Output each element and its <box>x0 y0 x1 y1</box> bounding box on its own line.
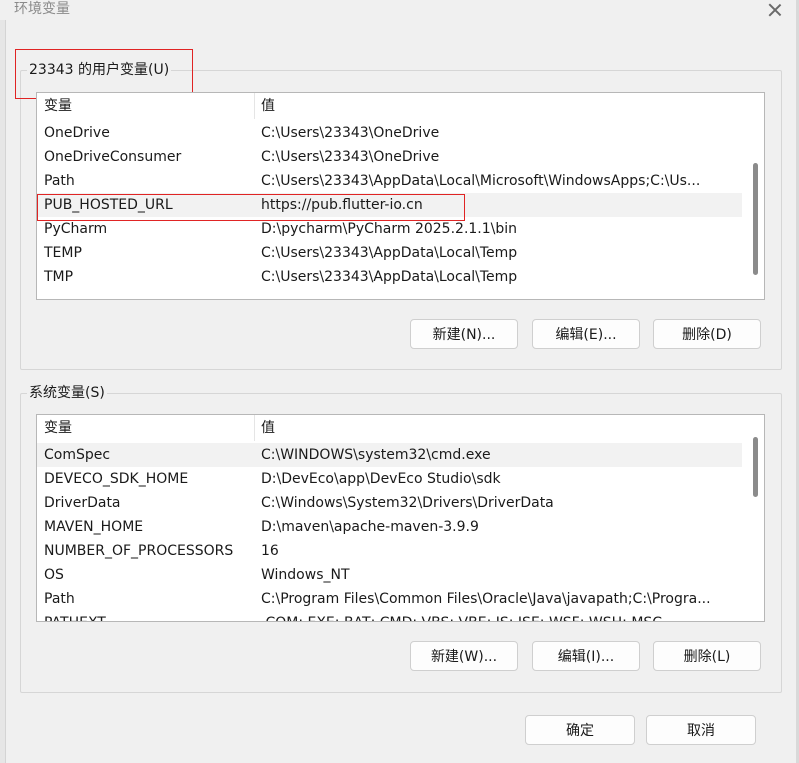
window-title: 环境变量 <box>14 1 70 17</box>
highlight-box-pub-hosted-url <box>37 194 465 221</box>
cancel-button[interactable]: 取消 <box>646 715 756 745</box>
variable-name: Path <box>44 591 75 607</box>
list-item[interactable]: OneDriveConsumer C:\Users\23343\OneDrive <box>37 145 742 169</box>
list-item[interactable]: Path C:\Users\23343\AppData\Local\Microso… <box>37 169 742 193</box>
background-window-edge <box>0 20 6 763</box>
column-divider[interactable] <box>254 93 255 119</box>
variable-value: C:\WINDOWS\system32\cmd.exe <box>261 447 491 463</box>
variable-value: .COM;.EXE;.BAT;.CMD;.VBS;.VBE;.JS;.JSE;.… <box>261 614 662 621</box>
close-icon[interactable] <box>766 1 784 19</box>
column-header-value[interactable]: 值 <box>261 419 275 437</box>
variable-value: 16 <box>261 543 279 559</box>
ok-button[interactable]: 确定 <box>525 715 635 745</box>
variable-value: C:\Users\23343\OneDrive <box>261 125 440 141</box>
list-item[interactable]: PATHEXT .COM;.EXE;.BAT;.CMD;.VBS;.VBE;.JS… <box>37 611 742 621</box>
list-item[interactable]: MAVEN_HOME D:\maven\apache-maven-3.9.9 <box>37 515 742 539</box>
variable-name: DEVECO_SDK_HOME <box>44 471 189 487</box>
variable-name: PATHEXT <box>44 614 106 621</box>
list-header: 变量 值 <box>37 415 742 441</box>
column-header-name[interactable]: 变量 <box>44 97 72 115</box>
scrollbar-thumb[interactable] <box>753 437 758 497</box>
list-item[interactable]: OneDrive C:\Users\23343\OneDrive <box>37 121 742 145</box>
user-edit-button[interactable]: 编辑(E)... <box>532 319 640 349</box>
list-item[interactable]: TEMP C:\Users\23343\AppData\Local\Temp <box>37 241 742 265</box>
system-edit-button[interactable]: 编辑(I)... <box>532 641 640 671</box>
list-item[interactable]: NUMBER_OF_PROCESSORS 16 <box>37 539 742 563</box>
user-delete-button[interactable]: 删除(D) <box>653 319 761 349</box>
environment-variables-dialog: 环境变量 23343 的用户变量(U) 变量 值 OneDrive C:\User… <box>0 0 799 763</box>
scrollbar-thumb[interactable] <box>753 163 758 275</box>
variable-value: C:\Users\23343\AppData\Local\Microsoft\W… <box>261 173 701 189</box>
user-new-button[interactable]: 新建(N)... <box>410 319 518 349</box>
variable-value: C:\Program Files\Common Files\Oracle\Jav… <box>261 591 711 607</box>
variable-name: DriverData <box>44 495 121 511</box>
system-variables-label: 系统变量(S) <box>27 384 107 402</box>
variable-value: D:\pycharm\PyCharm 2025.2.1.1\bin <box>261 221 518 237</box>
variable-name: MAVEN_HOME <box>44 519 144 535</box>
variable-value: D:\DevEco\app\DevEco Studio\sdk <box>261 471 501 487</box>
list-item[interactable]: OS Windows_NT <box>37 563 742 587</box>
column-header-value[interactable]: 值 <box>261 97 275 115</box>
variable-value: C:\Windows\System32\Drivers\DriverData <box>261 495 554 511</box>
variable-value: D:\maven\apache-maven-3.9.9 <box>261 519 479 535</box>
variable-value: C:\Users\23343\OneDrive <box>261 149 440 165</box>
variable-name: ComSpec <box>44 447 111 463</box>
variable-name: OneDrive <box>44 125 110 141</box>
list-item[interactable]: Path C:\Program Files\Common Files\Oracle… <box>37 587 742 611</box>
variable-name: OS <box>44 567 64 583</box>
system-variables-list[interactable]: 变量 值 ComSpec C:\WINDOWS\system32\cmd.exe … <box>36 414 765 622</box>
variable-value: C:\Users\23343\AppData\Local\Temp <box>261 245 518 261</box>
list-item[interactable]: DEVECO_SDK_HOME D:\DevEco\app\DevEco Stud… <box>37 467 742 491</box>
column-header-name[interactable]: 变量 <box>44 419 72 437</box>
variable-value: C:\Users\23343\AppData\Local\Temp <box>261 269 518 285</box>
system-delete-button[interactable]: 删除(L) <box>653 641 761 671</box>
variable-value: Windows_NT <box>261 567 350 583</box>
list-item[interactable]: DriverData C:\Windows\System32\Drivers\Dr… <box>37 491 742 515</box>
system-new-button[interactable]: 新建(W)... <box>410 641 518 671</box>
variable-name: TMP <box>44 269 74 285</box>
list-item[interactable]: TMP C:\Users\23343\AppData\Local\Temp <box>37 265 742 289</box>
variable-name: OneDriveConsumer <box>44 149 182 165</box>
list-header: 变量 值 <box>37 93 742 119</box>
variable-name: Path <box>44 173 75 189</box>
title-bar: 环境变量 <box>0 0 799 22</box>
variable-name: PyCharm <box>44 221 108 237</box>
column-divider[interactable] <box>254 415 255 441</box>
variable-name: TEMP <box>44 245 82 261</box>
list-item-selected[interactable]: ComSpec C:\WINDOWS\system32\cmd.exe <box>37 443 742 467</box>
variable-name: NUMBER_OF_PROCESSORS <box>44 543 234 559</box>
